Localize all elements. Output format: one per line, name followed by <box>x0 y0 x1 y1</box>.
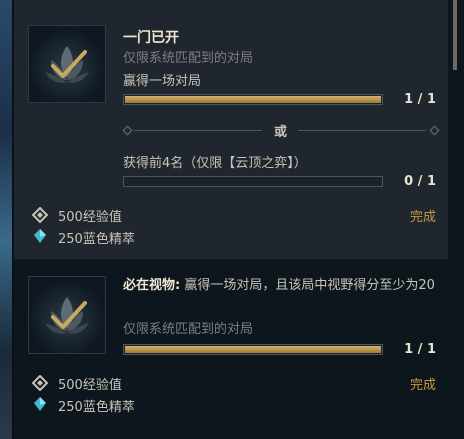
blue-essence-icon <box>34 229 46 243</box>
xp-icon <box>32 375 48 391</box>
status-complete: 完成 <box>409 378 436 393</box>
scrollbar-thumb[interactable] <box>453 0 457 70</box>
lotus-check-icon <box>29 26 105 102</box>
mission-description: 必在视物: 赢得一场对局，且该局中视野得分至少为20 <box>123 276 441 296</box>
reward-label: 250蓝色精萃 <box>58 400 135 415</box>
objective-count: 1 / 1 <box>404 342 436 357</box>
objective-count: 1 / 1 <box>404 92 436 107</box>
separator-left-diamond <box>122 125 133 136</box>
reward-label: 500经验值 <box>58 210 122 225</box>
objective-label: 获得前4名（仅限【云顶之弈】） <box>123 156 307 171</box>
mission-card-1[interactable]: 一门已开 仅限系统匹配到的对局 赢得一场对局 1 / 1 或 获得前4名（仅限【… <box>14 0 448 259</box>
blue-essence-icon <box>34 397 46 411</box>
xp-icon <box>32 207 48 223</box>
separator-line-left <box>134 130 262 131</box>
objective-progress-fill <box>125 346 381 353</box>
objective-progress-bar <box>123 344 383 355</box>
reward-label: 500经验值 <box>58 378 122 393</box>
separator-or: 或 <box>274 125 288 140</box>
mission-thumbnail <box>28 276 106 354</box>
objective-progress-fill <box>125 96 381 103</box>
separator-right-diamond <box>429 125 440 136</box>
mission-thumbnail <box>28 25 106 103</box>
mission-title: 一门已开 <box>123 30 179 46</box>
mission-objective-text: 赢得一场对局，且该局中视野得分至少为20 <box>180 278 435 293</box>
mission-title: 必在视物: <box>123 278 181 293</box>
lotus-check-icon <box>29 277 105 353</box>
status-complete: 完成 <box>409 210 436 225</box>
background-strip <box>0 0 12 439</box>
scrollbar[interactable] <box>448 0 464 439</box>
mission-subtitle: 仅限系统匹配到的对局 <box>123 322 254 337</box>
mission-card-2[interactable]: 必在视物: 赢得一场对局，且该局中视野得分至少为20 仅限系统匹配到的对局 1 … <box>14 259 448 439</box>
objective-count: 0 / 1 <box>404 174 436 189</box>
reward-label: 250蓝色精萃 <box>58 232 135 247</box>
objective-progress-bar <box>123 94 383 105</box>
separator-line-right <box>298 130 426 131</box>
mission-subtitle: 仅限系统匹配到的对局 <box>123 51 254 66</box>
objective-progress-bar <box>123 176 383 187</box>
objective-label: 赢得一场对局 <box>123 74 202 89</box>
